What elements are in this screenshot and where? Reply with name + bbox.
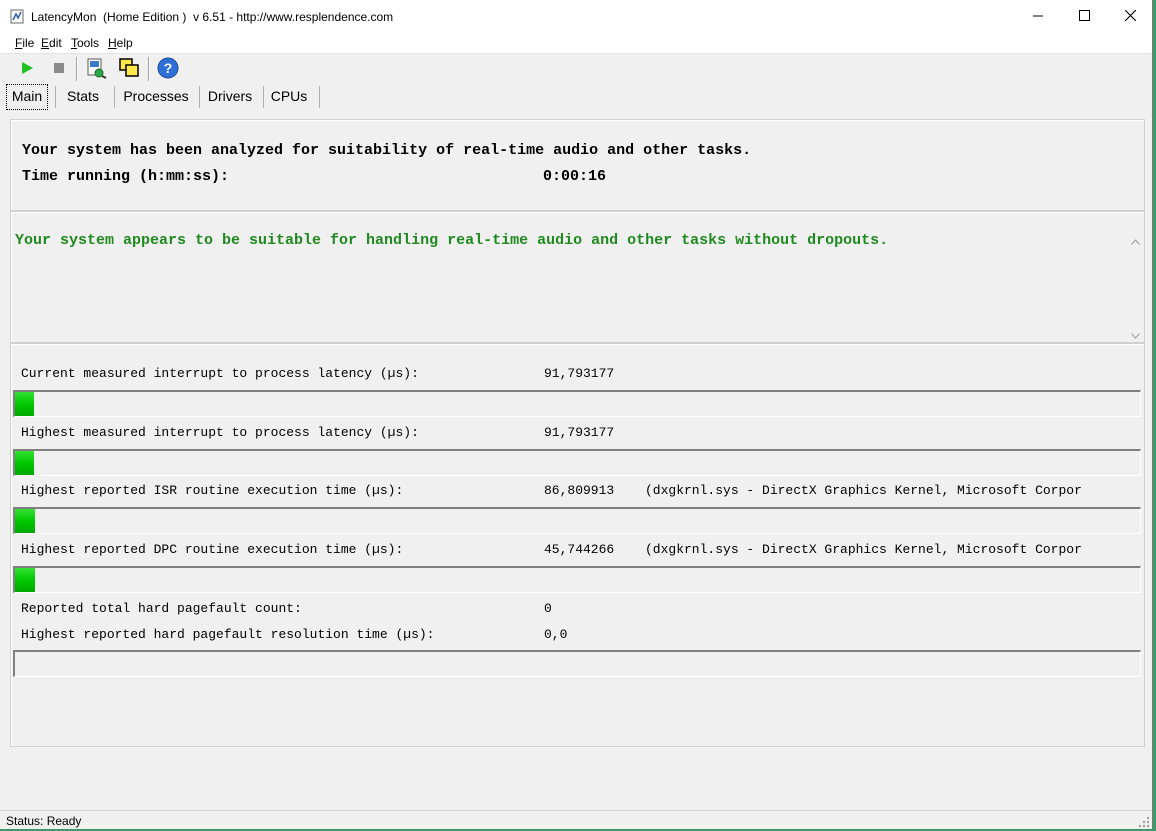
stat-note-isr-driver: (dxgkrnl.sys - DirectX Graphics Kernel, …: [645, 483, 1082, 498]
tab-stats[interactable]: Stats: [62, 84, 104, 108]
close-button[interactable]: [1107, 0, 1153, 33]
time-running-label: Time running (h:mm:ss):: [22, 168, 230, 185]
play-icon: [20, 61, 34, 78]
toolbar: ?: [0, 54, 1152, 84]
start-button[interactable]: [15, 57, 39, 81]
stats-panel: Current measured interrupt to process la…: [10, 343, 1145, 747]
maximize-button[interactable]: [1061, 0, 1107, 33]
current-latency-bar: [13, 390, 1141, 417]
scroll-up-icon[interactable]: [1131, 234, 1140, 248]
report-button[interactable]: [84, 57, 108, 81]
tab-main[interactable]: Main: [6, 84, 48, 110]
verdict-message: Your system appears to be suitable for h…: [15, 232, 889, 249]
stat-value-highest-latency: 91,793177: [544, 425, 615, 440]
stat-note-dpc-driver: (dxgkrnl.sys - DirectX Graphics Kernel, …: [645, 542, 1082, 557]
windows-icon: [118, 57, 140, 82]
current-latency-bar-fill: [15, 392, 35, 416]
dpc-time-bar-fill: [15, 568, 36, 592]
tab-drivers[interactable]: Drivers: [205, 84, 255, 108]
summary-panel: Your system has been analyzed for suitab…: [10, 119, 1145, 211]
app-icon: [10, 9, 25, 24]
title-bar[interactable]: LatencyMon (Home Edition ) v 6.51 - http…: [0, 0, 1152, 33]
pagefault-time-bar: [13, 650, 1141, 677]
stat-label-highest-latency: Highest measured interrupt to process la…: [21, 425, 419, 440]
pagefault-count-value: 0: [544, 601, 552, 616]
minimize-icon: [1032, 10, 1044, 24]
latencymon-window: LatencyMon (Home Edition ) v 6.51 - http…: [0, 0, 1153, 829]
isr-time-bar: [13, 507, 1141, 534]
isr-time-bar-fill: [15, 509, 36, 533]
stop-icon: [53, 62, 65, 77]
stat-value-current-latency: 91,793177: [544, 366, 615, 381]
highest-latency-bar: [13, 449, 1141, 476]
menu-tools[interactable]: Tools: [71, 36, 99, 50]
stop-button[interactable]: [47, 57, 71, 81]
stat-label-current-latency: Current measured interrupt to process la…: [21, 366, 419, 381]
pagefault-count-label: Reported total hard pagefault count:: [21, 601, 302, 616]
stat-value-isr-time: 86,809913: [544, 483, 615, 498]
tab-cpus[interactable]: CPUs: [269, 84, 309, 108]
verdict-scrollbar[interactable]: [1127, 212, 1144, 342]
status-bar: Status: Ready: [0, 810, 1152, 830]
highest-latency-bar-fill: [15, 451, 35, 475]
report-icon: [85, 57, 107, 82]
help-icon: ?: [157, 57, 179, 82]
verdict-panel: Your system appears to be suitable for h…: [10, 211, 1145, 343]
time-running-value: 0:00:16: [543, 168, 607, 185]
dpc-time-bar: [13, 566, 1141, 593]
analyzed-text: Your system has been analyzed for suitab…: [22, 142, 752, 159]
stat-label-dpc-time: Highest reported DPC routine execution t…: [21, 542, 404, 557]
menu-help[interactable]: Help: [108, 36, 133, 50]
stat-value-dpc-time: 45,744266: [544, 542, 615, 557]
scroll-down-icon[interactable]: [1131, 328, 1140, 342]
status-text: Status: Ready: [6, 814, 82, 828]
pagefault-time-value: 0,0: [544, 627, 568, 642]
maximize-icon: [1078, 9, 1090, 24]
menu-bar: File Edit Tools Help: [0, 33, 1152, 54]
tab-processes[interactable]: Processes: [121, 84, 191, 108]
svg-text:?: ?: [164, 60, 173, 76]
close-icon: [1124, 9, 1136, 24]
pagefault-time-label: Highest reported hard pagefault resoluti…: [21, 627, 435, 642]
windows-button[interactable]: [117, 57, 141, 81]
menu-edit[interactable]: Edit: [41, 36, 62, 50]
help-button[interactable]: ?: [156, 57, 180, 81]
minimize-button[interactable]: [1015, 0, 1061, 33]
window-title: LatencyMon (Home Edition ) v 6.51 - http…: [31, 10, 394, 24]
menu-file[interactable]: File: [15, 36, 34, 50]
stat-label-isr-time: Highest reported ISR routine execution t…: [21, 483, 404, 498]
resize-grip-icon[interactable]: [1138, 816, 1150, 828]
